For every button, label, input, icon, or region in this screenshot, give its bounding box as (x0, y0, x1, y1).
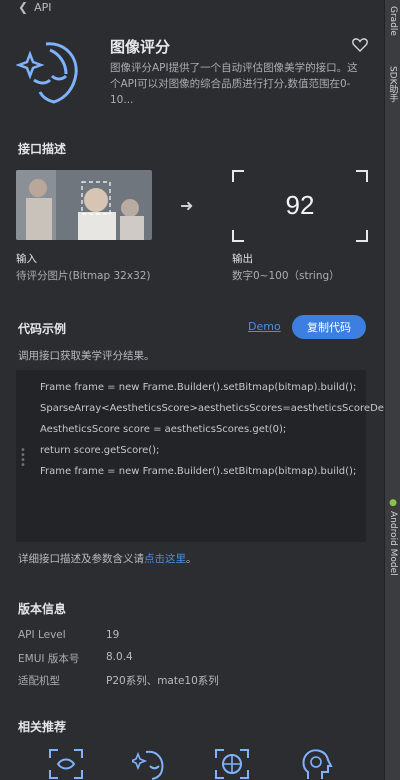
head-brain-icon[interactable] (298, 748, 334, 780)
back-label[interactable]: API (34, 1, 51, 14)
detail-suffix: 。 (186, 553, 197, 565)
back-arrow-icon[interactable]: ❮ (18, 0, 28, 14)
output-label: 输出 (232, 253, 253, 265)
copy-code-button[interactable]: 复制代码 (292, 315, 366, 339)
score-output: 92 (232, 170, 368, 242)
version-value: 19 (106, 629, 120, 641)
code-line: SparseArray<AestheticsScore>aestheticsSc… (40, 403, 384, 414)
sample-photo (16, 170, 152, 240)
section-title-version: 版本信息 (18, 602, 67, 616)
back-nav[interactable]: ❮ API (0, 0, 384, 14)
score-value: 92 (285, 190, 315, 220)
arrow-right-icon: ➜ (180, 196, 194, 215)
api-header: 图像评分 图像评分API提供了一个自动评估图像美学的接口。这个API可以对图像的… (14, 34, 368, 114)
demo-link[interactable]: Demo (248, 320, 281, 333)
section-title-interface: 接口描述 (18, 142, 67, 156)
heart-icon[interactable] (352, 37, 368, 53)
tool-tab-label[interactable]: Android Model (388, 511, 398, 576)
code-intro: 调用接口获取美学评分结果。 (18, 350, 155, 362)
android-icon: ● (388, 498, 398, 508)
api-description: 图像评分API提供了一个自动评估图像美学的接口。这个API可以对图像的综合品质进… (110, 62, 358, 106)
tool-tab-label[interactable]: Gradle (388, 6, 398, 36)
sample-photo-art (16, 170, 152, 240)
tool-tab-sdk[interactable]: SDK助手 (386, 66, 400, 103)
detail-prefix: 详细接口描述及参数含义请 (18, 553, 144, 565)
code-line: Frame frame = new Frame.Builder().setBit… (40, 382, 357, 393)
code-block[interactable]: • • • • Frame frame = new Frame.Builder().s… (16, 370, 384, 542)
version-value: 8.0.4 (106, 651, 133, 663)
code-line: AestheticsScore score = aestheticsScores… (40, 424, 287, 435)
tool-tab-android-model[interactable]: ● Android Model (386, 498, 400, 576)
code-lines: Frame frame = new Frame.Builder().setBit… (40, 380, 384, 485)
drag-handle-icon[interactable]: • • • • (20, 446, 26, 471)
frame-corner (232, 230, 244, 242)
detail-link[interactable]: 点击这里 (144, 553, 186, 565)
code-line: return score.getScore(); (40, 445, 160, 456)
version-key: API Level (18, 629, 66, 641)
input-label: 输入 (16, 253, 37, 265)
output-description: 数字0~100（string） (232, 270, 340, 282)
frame-corner (356, 230, 368, 242)
version-value: P20系列、mate10系列 (106, 675, 219, 687)
detail-note: 详细接口描述及参数含义请点击这里。 (18, 551, 197, 566)
tool-tab-gradle[interactable]: Gradle (386, 6, 400, 36)
face-sparkle-icon (16, 42, 78, 104)
frame-corner (232, 170, 244, 182)
section-title-code: 代码示例 (18, 322, 67, 336)
tool-tab-label[interactable]: SDK助手 (387, 66, 400, 103)
version-key: EMUI 版本号 (18, 653, 80, 665)
globe-scan-icon[interactable] (214, 748, 250, 780)
tool-window-strip: Gradle SDK助手 ● Android Model (384, 0, 400, 780)
input-description: 待评分图片(Bitmap 32x32) (16, 270, 151, 282)
section-title-related: 相关推荐 (18, 720, 67, 734)
code-line: Frame frame = new Frame.Builder().setBit… (40, 466, 357, 477)
face-sparkle-icon[interactable] (132, 748, 168, 780)
page-title: 图像评分 (110, 38, 171, 56)
plugin-panel: ❮ API 图像评分 图像评分API提供了一个自动评估图像美学的接口。这个API… (0, 0, 384, 780)
face-scan-icon[interactable] (48, 748, 84, 780)
version-key: 适配机型 (18, 675, 60, 687)
frame-corner (356, 170, 368, 182)
